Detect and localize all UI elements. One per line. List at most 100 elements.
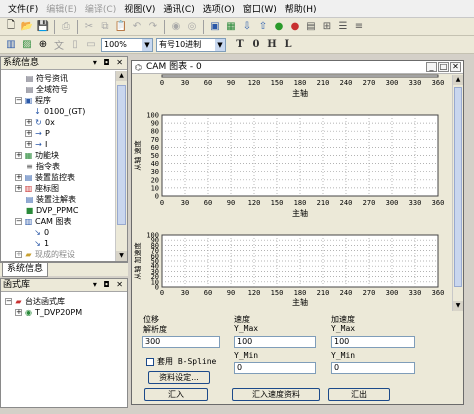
tree-item-device-monitor[interactable]: + ▤ 装置监控表 xyxy=(15,172,75,183)
expand-icon[interactable]: + xyxy=(15,152,22,159)
stop-icon[interactable]: ● xyxy=(288,20,302,34)
cam-icon[interactable]: ▥ xyxy=(4,38,18,52)
text-tool-icon[interactable]: 文 xyxy=(51,37,67,52)
list-icon[interactable]: ≡ xyxy=(352,20,366,34)
tree-item-cam-0[interactable]: ↘ 0 xyxy=(33,227,49,238)
tree-item-cam-chart[interactable]: − ▥ CAM 图表 xyxy=(15,216,72,227)
b-spline-checkbox[interactable] xyxy=(146,358,154,366)
scroll-up-icon[interactable]: ▲ xyxy=(453,75,463,85)
tree-item-function-block[interactable]: + ▦ 功能块 xyxy=(15,150,59,161)
menu-edit[interactable]: 编辑(E) xyxy=(42,2,81,15)
menu-window[interactable]: 窗口(W) xyxy=(239,2,281,15)
menu-view[interactable]: 视图(V) xyxy=(120,2,159,15)
tree-item-program[interactable]: − ▣ 程序 xyxy=(15,95,51,106)
collapse-icon[interactable]: − xyxy=(15,218,22,225)
tree-item-cam-1[interactable]: ↘ 1 xyxy=(33,238,49,249)
download-icon[interactable]: ⇩ xyxy=(240,20,254,34)
table-icon[interactable]: ▤ xyxy=(304,20,318,34)
expand-icon[interactable]: + xyxy=(15,309,22,316)
open-folder-icon[interactable]: 📂 xyxy=(20,20,34,34)
tree-item-0100[interactable]: ↓ 0100_(GT) xyxy=(33,106,85,117)
redo-icon[interactable]: ↷ xyxy=(146,20,160,34)
expand-icon[interactable]: + xyxy=(15,185,22,192)
y-tick-label: 80 xyxy=(151,128,159,136)
acc-ymax-input[interactable]: 100 xyxy=(331,336,415,348)
tree-item-instruction-list[interactable]: ≡ 指令表 xyxy=(25,161,60,172)
scroll-down-icon[interactable]: ▼ xyxy=(453,301,463,311)
pane-pin-icon[interactable]: ▾ ◘ ✕ xyxy=(93,57,125,69)
device-icon: ■ xyxy=(25,206,34,215)
export-button[interactable]: 汇出 xyxy=(328,388,390,401)
l-toggle[interactable]: L xyxy=(280,39,296,50)
compile-icon[interactable]: ◉ xyxy=(169,20,183,34)
speed-ymax-input[interactable]: 100 xyxy=(234,336,316,348)
menu-help[interactable]: 帮助(H) xyxy=(281,2,321,15)
collapse-icon[interactable]: − xyxy=(5,298,12,305)
data-settings-button[interactable]: 资料设定... xyxy=(148,371,210,384)
import-button[interactable]: 汇入 xyxy=(144,388,208,401)
x-tick-label: 90 xyxy=(227,289,235,297)
menu-options[interactable]: 选项(O) xyxy=(199,2,239,15)
run-icon[interactable]: ● xyxy=(272,20,286,34)
tree-item-i[interactable]: + → I xyxy=(25,139,47,150)
paste-icon[interactable]: 📋 xyxy=(114,20,128,34)
expand-icon[interactable]: + xyxy=(15,174,22,181)
expand-icon[interactable]: + xyxy=(25,141,32,148)
acc-ymin-input[interactable]: 0 xyxy=(331,362,415,374)
copy-icon[interactable]: ⧉ xyxy=(98,20,112,34)
t-toggle[interactable]: T xyxy=(232,39,248,50)
tree-item-device-note[interactable]: ▤ 装置注解表 xyxy=(25,194,76,205)
chart-icon[interactable]: ▨ xyxy=(20,38,34,52)
format-select[interactable]: 有号10进制 ▼ xyxy=(156,37,226,52)
scroll-thumb[interactable] xyxy=(117,85,126,225)
system-info-scrollbar[interactable]: ▲ ▼ xyxy=(115,71,127,261)
expand-icon[interactable]: + xyxy=(15,251,22,258)
save-icon[interactable]: 💾 xyxy=(36,20,50,34)
print-icon[interactable]: ⎙ xyxy=(59,20,73,34)
tree-item-p[interactable]: + → P xyxy=(25,128,50,139)
undo-icon[interactable]: ↶ xyxy=(130,20,144,34)
speed-ymin-input[interactable]: 0 xyxy=(234,362,316,374)
x-tick-label: 60 xyxy=(204,289,212,297)
expand-icon[interactable]: + xyxy=(25,119,32,126)
upload-icon[interactable]: ⇧ xyxy=(256,20,270,34)
split-icon[interactable]: ▯ xyxy=(68,38,82,52)
y-tick-label: 100 xyxy=(146,232,159,240)
device-icon[interactable]: ▣ xyxy=(208,20,222,34)
monitor-icon[interactable]: ▦ xyxy=(224,20,238,34)
tree-item-dvp-ppmc[interactable]: ■ DVP_PPMC xyxy=(25,205,79,216)
new-file-icon[interactable]: 🗋 xyxy=(4,20,18,34)
tree-item-delta-library[interactable]: − ▰ 台达函式库 xyxy=(5,296,65,307)
grid-icon[interactable]: ⊞ xyxy=(320,20,334,34)
pane-pin-icon[interactable]: ▾ ◘ ✕ xyxy=(93,279,125,291)
build-icon[interactable]: ◎ xyxy=(185,20,199,34)
h-toggle[interactable]: H xyxy=(264,39,280,50)
menu-file[interactable]: 文件(F) xyxy=(4,2,42,15)
tree-item-more[interactable]: + ▰ 现成的程设 xyxy=(15,249,75,260)
scroll-down-icon[interactable]: ▼ xyxy=(116,251,127,261)
pane-tab-strip: 系统信息 xyxy=(0,262,128,277)
scroll-thumb[interactable] xyxy=(454,87,462,287)
import-speed-button[interactable]: 汇入速度资料 xyxy=(232,388,320,401)
zero-toggle[interactable]: 0 xyxy=(248,39,264,50)
cut-icon[interactable]: ✂ xyxy=(82,20,96,34)
scroll-up-icon[interactable]: ▲ xyxy=(116,71,127,81)
tab-system-info[interactable]: 系统信息 xyxy=(2,263,49,277)
cam-window-scrollbar[interactable]: ▲ ▼ xyxy=(452,75,463,311)
menu-compile[interactable]: 编译(C) xyxy=(81,2,120,15)
x-tick-label: 210 xyxy=(317,199,330,207)
tree-item-global-symbols[interactable]: ▤ 全域符号 xyxy=(25,84,68,95)
tree-item-0x[interactable]: + ↻ 0x xyxy=(25,117,55,128)
collapse-icon[interactable]: − xyxy=(15,97,22,104)
system-info-title-bar: 系统信息 ▾ ◘ ✕ xyxy=(1,57,127,70)
tree-item-t-dvp20pm[interactable]: + ◉ T_DVP20PM xyxy=(15,307,82,318)
tree-item-coordinate[interactable]: + ▥ 座标图 xyxy=(15,183,59,194)
resolution-input[interactable]: 300 xyxy=(142,336,220,348)
merge-icon[interactable]: ▭ xyxy=(84,38,98,52)
tree-item-symbol-info[interactable]: ▤ 符号资讯 xyxy=(25,73,68,84)
menu-comm[interactable]: 通讯(C) xyxy=(159,2,198,15)
zoom-select[interactable]: 100% ▼ xyxy=(101,37,153,52)
align-icon[interactable]: ☰ xyxy=(336,20,350,34)
zoom-icon[interactable]: ⊕ xyxy=(36,38,50,52)
expand-icon[interactable]: + xyxy=(25,130,32,137)
